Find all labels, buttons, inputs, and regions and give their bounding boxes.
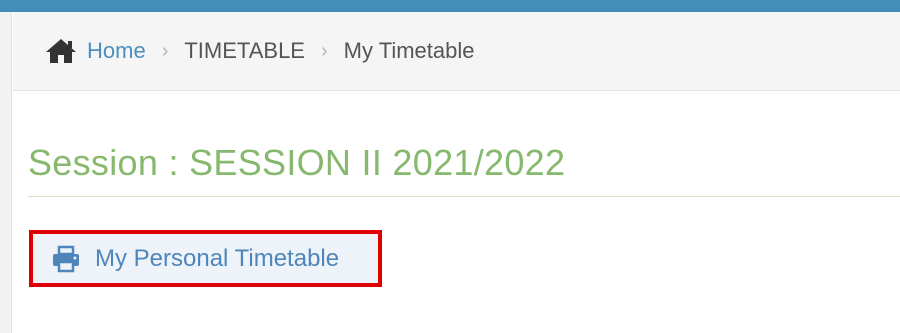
breadcrumb-home-link[interactable]: Home — [87, 38, 146, 64]
my-personal-timetable-button[interactable]: My Personal Timetable — [29, 230, 382, 287]
print-icon — [51, 245, 81, 273]
breadcrumb-item-timetable[interactable]: TIMETABLE — [184, 38, 305, 64]
home-icon[interactable] — [45, 38, 77, 64]
sidebar-edge — [0, 12, 12, 333]
breadcrumb-separator: › — [161, 39, 169, 62]
breadcrumb-separator: › — [320, 39, 328, 62]
page-header: Session : SESSION II 2021/2022 — [28, 137, 900, 197]
breadcrumb: Home › TIMETABLE › My Timetable — [13, 12, 900, 91]
my-personal-timetable-label: My Personal Timetable — [95, 244, 340, 272]
page-title: Session : SESSION II 2021/2022 — [28, 142, 566, 183]
top-accent-bar — [0, 0, 900, 12]
breadcrumb-item-my-timetable: My Timetable — [343, 38, 475, 63]
